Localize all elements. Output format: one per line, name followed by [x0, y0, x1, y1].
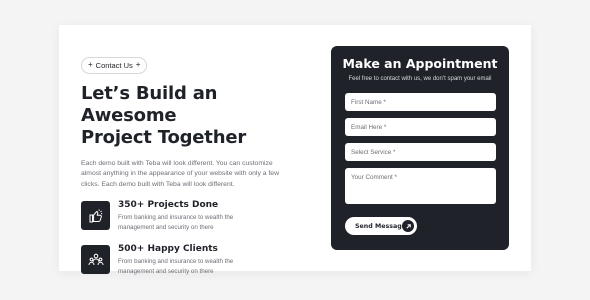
feature-title: 350+ Projects Done	[118, 200, 219, 210]
email-input[interactable]	[345, 118, 496, 136]
feature-clients: 500+ Happy Clients From banking and insu…	[81, 244, 311, 277]
arrow-up-right-icon	[402, 220, 414, 232]
form-title: Make an Appointment	[342, 56, 498, 71]
heading-line-1: Let’s Build an Awesome	[81, 82, 218, 126]
appointment-form: Make an Appointment Feel free to contact…	[331, 46, 509, 250]
first-name-input[interactable]	[345, 93, 496, 111]
feature-projects: 350+ Projects Done From banking and insu…	[81, 200, 311, 233]
plus-icon: +	[88, 60, 93, 69]
pill-label: Contact Us	[95, 60, 133, 70]
feature-text: From banking and insurance to wealth the…	[118, 258, 234, 275]
contact-section-card: + Contact Us + Let’s Build an Awesome Pr…	[59, 25, 531, 275]
form-subtitle: Feel free to contact with us, we don’t s…	[348, 76, 492, 82]
contact-us-pill: + Contact Us +	[81, 56, 148, 74]
send-message-label: Send Message	[355, 222, 407, 230]
contact-intro: + Contact Us + Let’s Build an Awesome Pr…	[81, 54, 311, 277]
thumbs-up-icon	[81, 201, 110, 230]
comment-textarea[interactable]	[345, 168, 496, 204]
plus-icon: +	[135, 60, 141, 69]
feature-text: From banking and insurance to wealth the…	[118, 214, 234, 231]
feature-title: 500+ Happy Clients	[118, 244, 218, 254]
section-description: Each demo built with Teba will look diff…	[81, 159, 279, 188]
team-icon	[81, 245, 110, 274]
heading-line-2: Project Together	[81, 126, 247, 148]
send-message-button[interactable]: Send Message	[345, 217, 417, 235]
section-heading: Let’s Build an Awesome Project Together	[81, 83, 311, 149]
service-select[interactable]	[345, 143, 496, 161]
